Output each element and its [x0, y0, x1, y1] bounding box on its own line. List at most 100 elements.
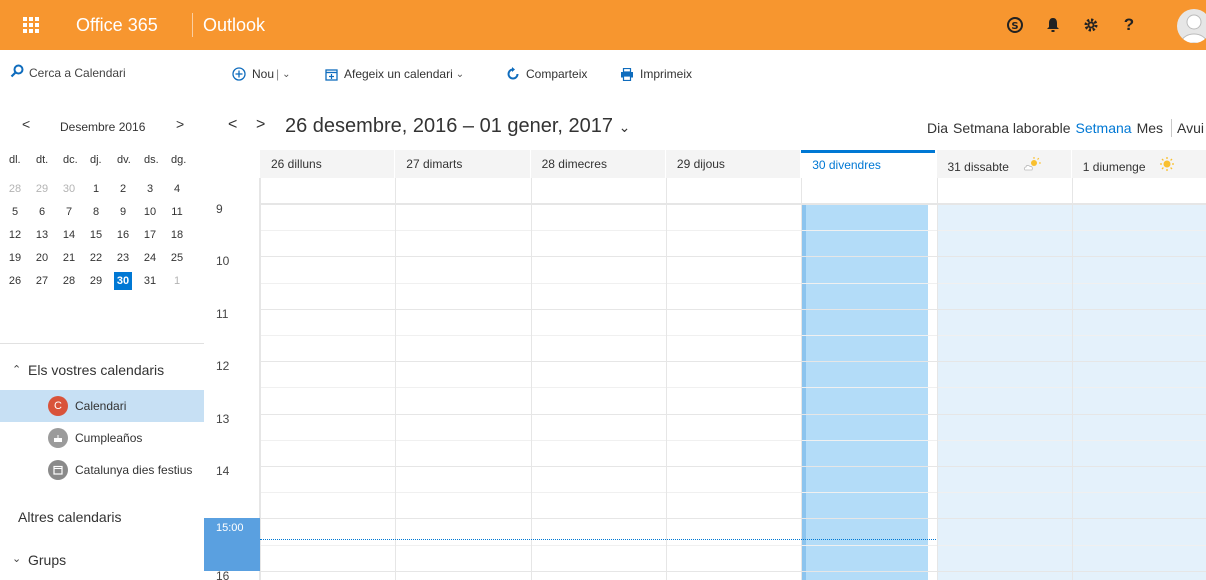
view-week[interactable]: Setmana	[1076, 120, 1132, 136]
mini-day[interactable]: 1	[87, 180, 105, 198]
mini-day[interactable]: 26	[6, 272, 24, 290]
mini-day[interactable]: 31	[141, 272, 159, 290]
mini-day[interactable]: 29	[33, 180, 51, 198]
mini-day[interactable]: 25	[168, 249, 186, 267]
mini-weekday-label: dv.	[117, 154, 131, 166]
new-button[interactable]: Nou | ⌄	[232, 64, 291, 84]
office-365-link[interactable]: Office 365	[62, 0, 192, 50]
add-calendar-label: Afegeix un calendari	[344, 67, 453, 81]
app-launcher-button[interactable]	[0, 0, 62, 50]
half-hour-line	[260, 544, 1206, 546]
mini-day[interactable]: 19	[6, 249, 24, 267]
hour-line	[260, 413, 1206, 415]
day-header[interactable]: 28 dimecres	[530, 150, 665, 178]
day-column[interactable]	[666, 204, 801, 580]
day-header[interactable]: 30 divendres	[801, 150, 936, 178]
mini-day[interactable]: 28	[6, 180, 24, 198]
day-header[interactable]: 27 dimarts	[395, 150, 530, 178]
mini-day[interactable]: 24	[141, 249, 159, 267]
add-calendar-button[interactable]: Afegeix un calendari ⌄	[325, 64, 464, 84]
view-switcher: Dia Setmana laborable Setmana Mes Avui	[922, 118, 1206, 138]
mini-day[interactable]: 3	[141, 180, 159, 198]
view-month[interactable]: Mes	[1137, 120, 1163, 136]
print-button[interactable]: Imprimeix	[620, 64, 692, 84]
mini-prev-month-button[interactable]: <	[22, 116, 30, 132]
mini-day[interactable]: 4	[168, 180, 186, 198]
view-day[interactable]: Dia	[927, 120, 948, 136]
mini-day[interactable]: 23	[114, 249, 132, 267]
mini-day[interactable]: 13	[33, 226, 51, 244]
search-icon	[10, 64, 24, 78]
mini-day[interactable]: 10	[141, 203, 159, 221]
time-grid: 9 10 11 12 13 14 15:00 16	[204, 178, 1206, 580]
mini-day[interactable]: 15	[87, 226, 105, 244]
your-calendars-header[interactable]: ⌃ Els vostres calendaris	[0, 360, 204, 382]
weekend-column[interactable]	[936, 204, 1072, 580]
date-range-label[interactable]: 26 desembre, 2016 – 01 gener, 2017 ⌄	[285, 115, 630, 138]
plus-circle-icon	[232, 67, 246, 81]
mini-next-month-button[interactable]: >	[176, 116, 184, 132]
weekend-column[interactable]	[1071, 204, 1206, 580]
day-column[interactable]	[260, 204, 395, 580]
today-button[interactable]: Avui	[1177, 120, 1204, 136]
skype-button[interactable]: S	[996, 0, 1034, 50]
day-column[interactable]	[395, 204, 530, 580]
mini-day[interactable]: 14	[60, 226, 78, 244]
today-column[interactable]	[801, 204, 929, 580]
mini-day[interactable]: 8	[87, 203, 105, 221]
avatar[interactable]	[1177, 9, 1206, 43]
day-header[interactable]: 31 dissabte	[936, 150, 1071, 178]
mini-day[interactable]: 21	[60, 249, 78, 267]
share-button[interactable]: Comparteix	[506, 64, 587, 84]
mini-day[interactable]: 16	[114, 226, 132, 244]
mini-day[interactable]: 27	[33, 272, 51, 290]
calendar-item[interactable]: Catalunya dies festius	[0, 454, 204, 486]
mini-day[interactable]: 18	[168, 226, 186, 244]
app-name[interactable]: Outlook	[203, 0, 265, 50]
mini-day[interactable]: 9	[114, 203, 132, 221]
mini-day[interactable]: 17	[141, 226, 159, 244]
hour-line	[260, 256, 1206, 258]
next-week-button[interactable]: >	[256, 116, 265, 134]
day-divider	[395, 178, 397, 580]
help-button[interactable]: ?	[1110, 0, 1148, 50]
cake-icon	[48, 428, 68, 448]
day-header[interactable]: 29 dijous	[665, 150, 801, 178]
new-label: Nou	[252, 67, 275, 81]
settings-button[interactable]	[1072, 0, 1110, 50]
half-hour-line	[260, 492, 1206, 494]
mini-month-label[interactable]: Desembre 2016	[60, 120, 145, 134]
day-header-label: 29 dijous	[676, 157, 725, 171]
mini-day[interactable]: 30	[60, 180, 78, 198]
hour-line	[260, 518, 1206, 520]
mini-day[interactable]: 11	[168, 203, 186, 221]
other-calendars-header[interactable]: Altres calendaris	[0, 508, 204, 530]
search-box[interactable]: Cerca a Calendari	[0, 58, 204, 88]
day-column[interactable]	[531, 204, 666, 580]
gear-icon	[1084, 18, 1098, 32]
hour-label: 10	[216, 254, 230, 269]
view-work-week[interactable]: Setmana laborable	[953, 120, 1071, 136]
notifications-button[interactable]	[1034, 0, 1072, 50]
calendar-item[interactable]: Cumpleaños	[0, 422, 204, 454]
chevron-down-icon[interactable]: ⌄	[282, 69, 290, 80]
mini-day[interactable]: 2	[114, 180, 132, 198]
mini-day[interactable]: 28	[60, 272, 78, 290]
mini-day[interactable]: 12	[6, 226, 24, 244]
mini-day-selected[interactable]: 30	[114, 272, 132, 290]
mini-day[interactable]: 29	[87, 272, 105, 290]
groups-header[interactable]: ⌄ Grups	[0, 550, 204, 572]
search-input[interactable]: Cerca a Calendari	[29, 66, 126, 80]
calendar-item[interactable]: C Calendari	[0, 390, 204, 422]
mini-day[interactable]: 1	[168, 272, 186, 290]
mini-day[interactable]: 5	[6, 203, 24, 221]
mini-day[interactable]: 22	[87, 249, 105, 267]
mini-day[interactable]: 20	[33, 249, 51, 267]
day-divider	[1071, 178, 1073, 580]
mini-day[interactable]: 6	[33, 203, 51, 221]
day-header[interactable]: 1 diumenge	[1071, 150, 1206, 178]
mini-day[interactable]: 7	[60, 203, 78, 221]
day-header[interactable]: 26 dilluns	[260, 150, 395, 178]
all-day-row[interactable]	[260, 178, 1206, 204]
prev-week-button[interactable]: <	[228, 116, 237, 134]
